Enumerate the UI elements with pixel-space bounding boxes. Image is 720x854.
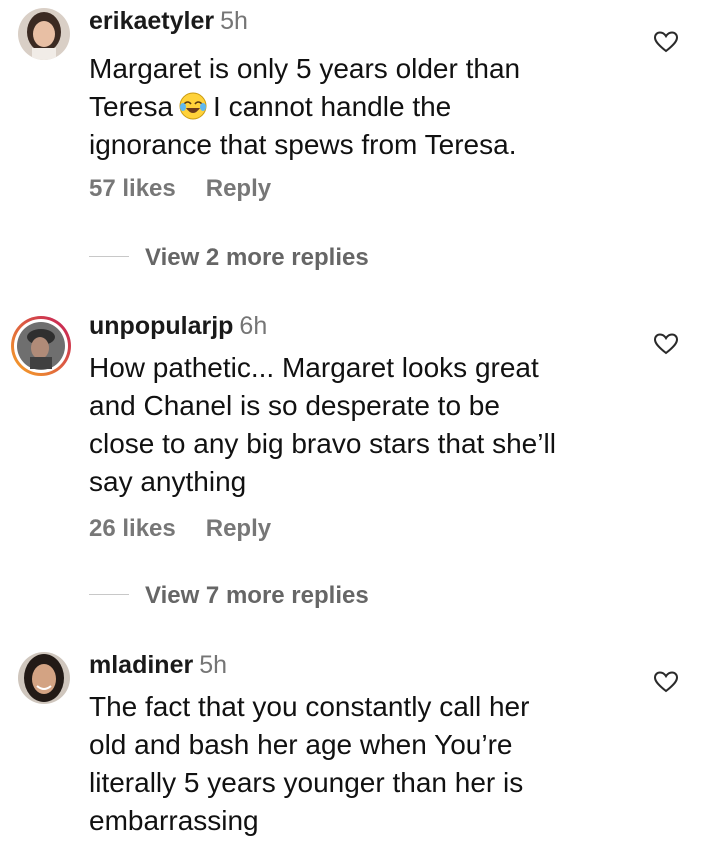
comment-line: The fact that you constantly call her — [89, 691, 530, 722]
comment-line: How pathetic... Margaret looks great — [89, 352, 539, 383]
comment-line: Margaret is only 5 years older than — [89, 53, 521, 84]
heart-outline-icon[interactable] — [653, 332, 679, 356]
timestamp: 5h — [220, 7, 248, 35]
reply-button[interactable]: Reply — [206, 515, 271, 542]
comment-line: embarrassing — [89, 805, 259, 836]
comment-text: Margaret is only 5 years older than Tere… — [89, 50, 649, 164]
view-replies-label: View 7 more replies — [145, 582, 369, 609]
avatar[interactable] — [18, 8, 70, 60]
comment-line: close to any big bravo stars that she’ll — [89, 428, 556, 459]
likes-count[interactable]: 57 likes — [89, 175, 176, 202]
divider — [89, 594, 129, 596]
comment-text: How pathetic... Margaret looks great and… — [89, 349, 649, 501]
comment-line-part: Teresa — [89, 91, 174, 122]
timestamp: 6h — [239, 312, 268, 340]
comment-line: say anything — [89, 466, 247, 497]
heart-outline-icon[interactable] — [653, 670, 679, 694]
comment-header: erikaetyler 5h — [89, 6, 248, 36]
reply-button[interactable]: Reply — [206, 175, 271, 202]
avatar[interactable] — [18, 652, 70, 704]
comment-text: The fact that you constantly call her ol… — [89, 688, 649, 840]
view-more-replies-button[interactable]: View 7 more replies — [89, 581, 369, 611]
comment-line-part: I cannot handle the — [213, 91, 452, 122]
comment-meta: 26 likes Reply — [89, 514, 271, 544]
timestamp: 5h — [199, 651, 228, 679]
comment-header: unpopularjp 6h — [89, 311, 267, 341]
username[interactable]: erikaetyler — [89, 7, 214, 35]
comment-line: and Chanel is so desperate to be — [89, 390, 500, 421]
comment-line: old and bash her age when You’re — [89, 729, 513, 760]
view-more-replies-button[interactable]: View 2 more replies — [89, 243, 369, 273]
comment-line: literally 5 years younger than her is — [89, 767, 524, 798]
comment-meta: 57 likes Reply — [89, 174, 271, 204]
divider — [89, 256, 129, 258]
username[interactable]: mladiner — [89, 651, 193, 679]
likes-count[interactable]: 26 likes — [89, 515, 176, 542]
comment-line: Teresa I cannot handle the — [89, 88, 649, 126]
avatar-with-story-ring[interactable] — [10, 315, 72, 377]
username[interactable]: unpopularjp — [89, 312, 233, 340]
view-replies-label: View 2 more replies — [145, 244, 369, 271]
face-with-tears-of-joy-icon — [179, 92, 207, 120]
heart-outline-icon[interactable] — [653, 30, 679, 54]
comment-header: mladiner 5h — [89, 650, 227, 680]
comment-line: ignorance that spews from Teresa. — [89, 129, 517, 160]
